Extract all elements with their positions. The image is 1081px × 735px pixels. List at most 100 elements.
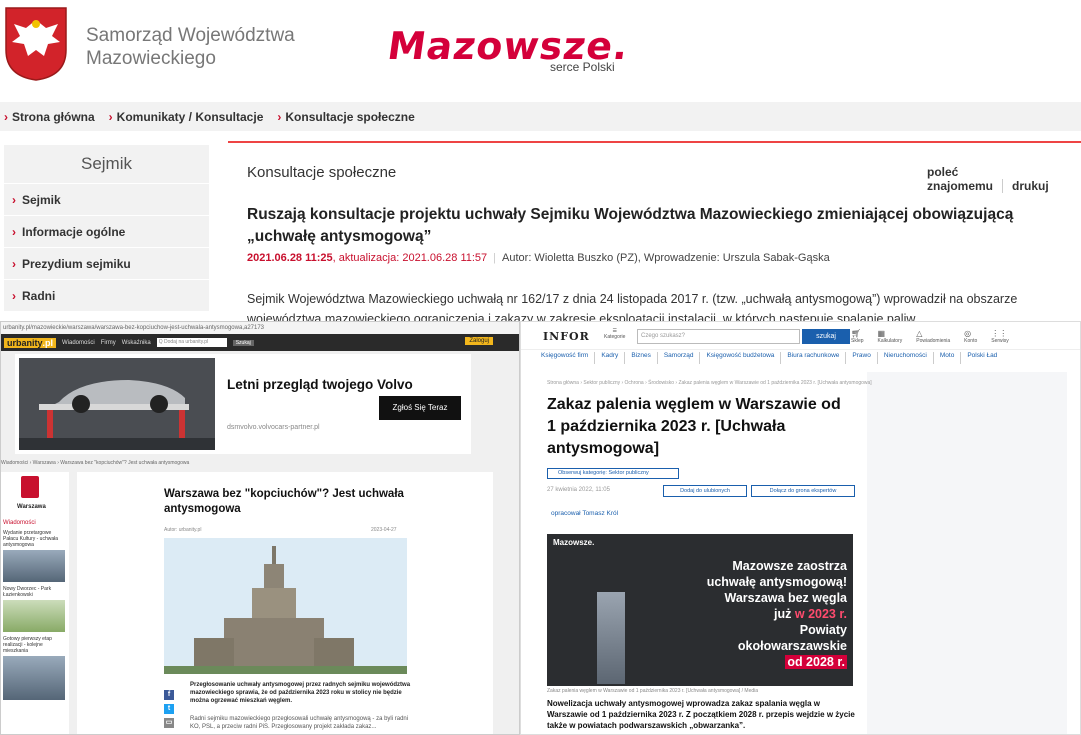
government-name-line1: Samorząd Województwa bbox=[86, 25, 295, 46]
print-link[interactable]: drukuj bbox=[1002, 179, 1049, 193]
government-name-line2: Mazowieckiego bbox=[86, 48, 216, 69]
urbanity-login-button[interactable]: Zaloguj bbox=[465, 337, 493, 345]
section-divider bbox=[228, 141, 1081, 143]
infor-menu-item[interactable]: Biura rachunkowe bbox=[787, 352, 847, 364]
article-author: Autor: Wioletta Buszko (PZ), Wprowadzeni… bbox=[502, 252, 830, 264]
infor-menu-item[interactable]: Polski Ład bbox=[967, 352, 1003, 364]
infor-menu-item[interactable]: Samorząd bbox=[664, 352, 701, 364]
side-news-image[interactable] bbox=[3, 550, 65, 582]
urbanity-nav-companies[interactable]: Firmy bbox=[101, 340, 116, 346]
infor-menu-item[interactable]: Księgowość budżetowa bbox=[706, 352, 782, 364]
banner-text: Mazowsze zaostrza uchwałę antysmogową! W… bbox=[706, 559, 847, 669]
infor-menu-item[interactable]: Nieruchomości bbox=[884, 352, 934, 364]
urbanity-nav-indicators[interactable]: Wskaźnika bbox=[122, 340, 151, 346]
urbanity-side-column: Warszawa Wiadomości Wydanie przetargowe … bbox=[1, 472, 69, 734]
section-title: Konsultacje społeczne bbox=[247, 164, 397, 181]
palace-tower-image bbox=[597, 592, 625, 684]
infor-icon-bar: 🛒︎ Sklep ▦ Kalkulatory △ Powiadomienia ◎ Kon… bbox=[851, 329, 1009, 344]
breadcrumb: › Strona główna › Komunikaty / Konsultacje… bbox=[0, 102, 1081, 131]
infor-menu-item[interactable]: Biznes bbox=[631, 352, 658, 364]
coat-of-arms-icon bbox=[5, 7, 67, 81]
urbanity-search-input[interactable]: Q Dodaj na urbanity.pl bbox=[156, 338, 227, 347]
urbanity-breadcrumb: Wiadomości › Warszawa › Warszawa bez "ko… bbox=[1, 460, 190, 466]
palace-of-culture-image bbox=[164, 538, 407, 674]
ad-url: dsmvolvo.volvocars-partner.pl bbox=[227, 424, 320, 431]
side-news-item[interactable]: Wydanie przetargowe Pałacu Kultury - uch… bbox=[3, 530, 67, 548]
sidebar-item-sejmik[interactable]: › Sejmik bbox=[4, 183, 209, 215]
side-news-image[interactable] bbox=[3, 600, 65, 632]
categories-menu-button[interactable]: ☰ Kategorie bbox=[604, 328, 625, 340]
add-favorites-button[interactable]: Dodaj do ulubionych bbox=[663, 485, 747, 497]
cart-icon[interactable]: 🛒︎ Sklep bbox=[851, 329, 864, 344]
image-credit: Zakaz palenia węglem w Warszawie od 1 pa… bbox=[547, 688, 759, 694]
infor-menu-item[interactable]: Księgowość firm bbox=[541, 352, 596, 364]
breadcrumb-item-communications[interactable]: › Komunikaty / Konsultacje bbox=[109, 110, 264, 124]
publish-date: 2021.06.28 11:25 bbox=[247, 252, 333, 264]
infor-logo[interactable]: INFOR bbox=[543, 330, 590, 343]
join-experts-button[interactable]: Dołącz do grona ekspertów bbox=[751, 485, 855, 497]
mazowsze-banner-image: Mazowsze. Mazowsze zaostrza uchwałę anty… bbox=[547, 534, 853, 686]
chevron-right-icon: › bbox=[12, 289, 16, 303]
urbanity-caption: Przegłosowanie uchwały antysmogowej prze… bbox=[190, 682, 411, 704]
facebook-icon[interactable]: f bbox=[164, 690, 174, 700]
side-news-image[interactable] bbox=[3, 656, 65, 700]
ad-title: Letni przegląd twojego Volvo bbox=[227, 377, 413, 392]
calculator-icon[interactable]: ▦ Kalkulatory bbox=[878, 329, 903, 344]
volvo-ad[interactable]: Letni przegląd twojego Volvo dsmvolvo.vo… bbox=[15, 354, 471, 454]
ad-cta-button[interactable]: Zgłoś Się Teraz bbox=[379, 396, 461, 420]
follow-category-button[interactable]: Obserwuj kategorię: Sektor publiczny bbox=[547, 468, 679, 479]
warsaw-crest-icon bbox=[21, 476, 39, 498]
sidebar-title: Sejmik bbox=[4, 145, 209, 183]
warsaw-label: Warszawa bbox=[17, 504, 46, 510]
urbanity-url-bar: urbanity.pl/mazowieckie/warszawa/warszaw… bbox=[1, 322, 519, 334]
article-title: Ruszają konsultacje projektu uchwały Sej… bbox=[247, 206, 1014, 245]
breadcrumb-item-home[interactable]: › Strona główna bbox=[4, 110, 95, 124]
bell-icon[interactable]: △ Powiadomienia bbox=[916, 329, 950, 344]
sidebar-item-general-info[interactable]: › Informacje ogólne bbox=[4, 215, 209, 247]
banner-logo: Mazowsze. bbox=[553, 538, 595, 547]
article-tools: poleć znajomemu drukuj bbox=[927, 165, 1081, 193]
side-news-item[interactable]: Gotowy pierwszy etap realizacji - kolejn… bbox=[3, 636, 67, 654]
infor-menu: Księgowość firm Kadry Biznes Samorząd Ks… bbox=[541, 352, 1080, 364]
chevron-right-icon: › bbox=[12, 193, 16, 207]
side-news-list: Wydanie przetargowe Pałacu Kultury - uch… bbox=[3, 530, 67, 700]
urbanity-nav-news[interactable]: Wiadomości bbox=[62, 340, 95, 346]
sidebar-item-councillors[interactable]: › Radni bbox=[4, 279, 209, 311]
news-tag: Wiadomości bbox=[3, 520, 36, 526]
urbanity-logo[interactable]: urbanity.pl bbox=[4, 337, 57, 348]
infor-menu-item[interactable]: Moto bbox=[940, 352, 962, 364]
infor-search-input[interactable]: Czego szukasz? bbox=[637, 329, 800, 344]
infor-article-date: 27 kwietnia 2022, 11:05 bbox=[547, 487, 610, 493]
infor-right-column bbox=[867, 372, 1067, 734]
infor-article-author[interactable]: opracował Tomasz Król bbox=[551, 510, 618, 517]
urbanity-article-title: Warszawa bez "kopciuchów"? Jest uchwała … bbox=[164, 488, 404, 515]
urbanity-search-button[interactable]: Szukaj bbox=[232, 339, 254, 346]
sidebar: Sejmik › Sejmik › Informacje ogólne › Prezy… bbox=[4, 145, 209, 311]
infor-breadcrumb: Strona główna › Sektor publiczny › Ochro… bbox=[547, 380, 872, 386]
twitter-icon[interactable]: t bbox=[164, 704, 174, 714]
car-lift-image bbox=[19, 358, 215, 450]
infor-article-lead: Nowelizacja uchwały antysmogowej wprowad… bbox=[547, 699, 855, 730]
comment-icon[interactable]: ▭ bbox=[164, 718, 174, 728]
chevron-right-icon: › bbox=[12, 257, 16, 271]
urbanity-screenshot: urbanity.pl/mazowieckie/warszawa/warszaw… bbox=[0, 321, 520, 735]
breadcrumb-item-consultations[interactable]: › Konsultacje społeczne bbox=[277, 110, 414, 124]
user-icon[interactable]: ◎ Konto bbox=[964, 329, 977, 344]
infor-article-title: Zakaz palenia węglem w Warszawie od 1 pa… bbox=[547, 396, 841, 457]
urbanity-article-author: Autor: urbanity.pl bbox=[164, 527, 202, 533]
urbanity-navbar: urbanity.pl Wiadomości Firmy Wskaźnika Q… bbox=[1, 334, 519, 351]
infor-screenshot: INFOR ☰ Kategorie Czego szukasz? szukaj 🛒… bbox=[520, 321, 1081, 735]
sidebar-item-presidium[interactable]: › Prezydium sejmiku bbox=[4, 247, 209, 279]
article-meta: 2021.06.28 11:25, aktualizacja: 2021.06.… bbox=[247, 252, 830, 264]
mazowsze-tagline: serce Polski bbox=[550, 60, 615, 74]
grid-icon[interactable]: ⋮⋮ Serwisy bbox=[991, 329, 1009, 344]
side-news-item[interactable]: Nowy Dworzec - Park Łazienkowski bbox=[3, 586, 67, 598]
infor-menu-item[interactable]: Kadry bbox=[601, 352, 626, 364]
government-name[interactable]: Samorząd Województwa Mazowieckiego bbox=[86, 24, 295, 70]
update-date: , aktualizacja: 2021.06.28 11:57 bbox=[332, 252, 488, 264]
infor-search-button[interactable]: szukaj bbox=[802, 329, 850, 344]
infor-menu-item[interactable]: Prawo bbox=[852, 352, 878, 364]
urbanity-article-date: 2023-04-27 bbox=[371, 527, 397, 533]
recommend-link[interactable]: poleć znajomemu bbox=[927, 165, 993, 193]
chevron-right-icon: › bbox=[12, 225, 16, 239]
